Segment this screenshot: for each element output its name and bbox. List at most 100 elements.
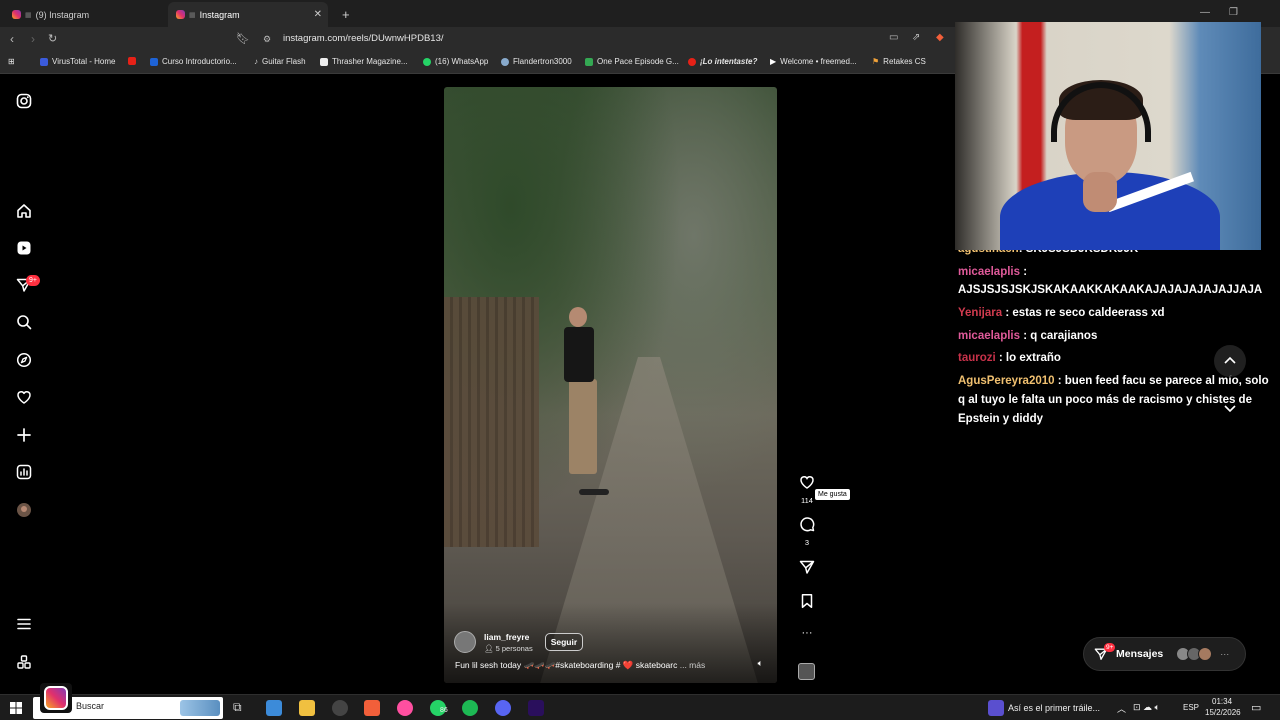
tab-label: (9) Instagram (35, 9, 90, 20)
minimize-icon[interactable]: — (1200, 7, 1210, 18)
thrasher-icon (320, 57, 328, 66)
dashboard-icon[interactable] (16, 464, 32, 480)
comment-button[interactable]: 3 (797, 516, 817, 547)
webcam-overlay (955, 22, 1261, 250)
bookmark-whatsapp[interactable]: (16) WhatsApp (423, 57, 488, 66)
profile-avatar[interactable] (16, 502, 32, 518)
bookmark-guitar-flash[interactable]: ♪ Guitar Flash (254, 57, 306, 66)
menu-icon[interactable] (16, 616, 32, 632)
like-count: 114 (801, 496, 813, 505)
globe-icon (501, 57, 509, 66)
reload-icon[interactable]: ↻ (48, 32, 57, 45)
cam-hand (1083, 172, 1117, 212)
author-username[interactable]: liam_freyre (484, 632, 533, 642)
bookmark-thrasher[interactable]: Thrasher Magazine... (320, 57, 408, 66)
tray-chevron-icon[interactable]: ︿ (1117, 702, 1126, 715)
like-button[interactable]: 114 (797, 474, 817, 505)
store-icon[interactable] (266, 700, 282, 716)
app-icon[interactable] (397, 700, 413, 716)
screen: ▦ (9) Instagram ▦ Instagram ✕ + — ❐ ‹ › … (0, 0, 1280, 720)
whatsapp-icon (423, 57, 431, 66)
url-field[interactable]: instagram.com/reels/DUwnwHPDB13/ (283, 33, 444, 44)
instagram-taskbar-icon[interactable] (40, 683, 72, 713)
apps-icon[interactable] (16, 654, 32, 670)
share-icon[interactable]: ⇗ (912, 32, 920, 43)
reel-video[interactable]: liam_freyre 👤︎ 5 personas Seguir Fun lil… (444, 87, 777, 683)
heart-icon[interactable] (16, 389, 32, 405)
bookmark-label: Thrasher Magazine... (332, 57, 408, 66)
volume-icon[interactable]: 🔈︎ (758, 658, 763, 669)
explore-icon[interactable] (16, 352, 32, 368)
chat-username: taurozi (958, 352, 996, 364)
chat-username: micaelaplis (958, 330, 1021, 342)
obs-icon[interactable] (332, 700, 348, 716)
bookmark-label: VirusTotal - Home (52, 57, 116, 66)
site-info-icon[interactable]: ⚙ (263, 34, 271, 45)
bookmark-label: One Pace Episode G... (597, 57, 679, 66)
messages-label: Mensajes (1116, 648, 1164, 660)
bookmark-youtube[interactable] (128, 57, 136, 65)
messages-button[interactable]: 9+ Mensajes ··· (1083, 637, 1246, 671)
udemy-icon (150, 57, 158, 66)
news-text[interactable]: Así es el primer tráile... (1008, 703, 1100, 713)
save-button[interactable] (797, 593, 817, 614)
clock-time[interactable]: 01:34 (1212, 697, 1232, 706)
video-skateboard (579, 489, 609, 495)
close-tab-icon[interactable]: ✕ (314, 9, 322, 20)
back-icon[interactable]: ‹ (10, 32, 14, 46)
bookmark-label: Curso Introductorio... (162, 57, 237, 66)
audio-thumbnail[interactable] (798, 663, 815, 680)
chat-text: : lo extraño (998, 352, 1061, 364)
forward-icon[interactable]: › (31, 32, 35, 46)
discord-icon[interactable] (495, 700, 511, 716)
clock-date[interactable]: 15/2/2026 (1205, 708, 1241, 717)
bookmark-icon[interactable]: 🔖︎ (236, 32, 250, 45)
bookmark-virustotal[interactable]: VirusTotal - Home (40, 57, 115, 66)
next-reel-button[interactable] (1214, 392, 1246, 424)
instagram-logo-icon[interactable] (16, 93, 32, 109)
send-icon (799, 560, 815, 574)
bookmark-label: (16) WhatsApp (435, 57, 489, 66)
tab-instagram-active[interactable]: ▦ Instagram ✕ (168, 2, 328, 27)
premiere-icon[interactable] (528, 700, 544, 716)
reels-icon[interactable] (16, 240, 32, 256)
news-icon[interactable] (988, 700, 1004, 716)
taskbar-search-text: Buscar (76, 701, 105, 711)
previous-reel-button[interactable] (1214, 345, 1246, 377)
spotify-icon[interactable] (462, 700, 478, 716)
follow-button[interactable]: Seguir (544, 633, 584, 651)
notifications-icon[interactable]: ▭ (1251, 701, 1261, 714)
search-highlight-image (180, 700, 220, 716)
apps-grid-icon[interactable]: ⊞ (8, 57, 15, 66)
file-explorer-icon[interactable] (299, 700, 315, 716)
video-skater-body (564, 327, 594, 382)
search-icon[interactable] (16, 314, 32, 330)
brave-shield-icon[interactable]: ◆ (936, 32, 944, 43)
maximize-icon[interactable]: ❐ (1229, 7, 1238, 18)
brave-icon[interactable] (364, 700, 380, 716)
tab-instagram-notifications[interactable]: ▦ (9) Instagram (4, 2, 169, 27)
bookmark-curso[interactable]: Curso Introductorio... (150, 57, 237, 66)
create-icon[interactable] (16, 427, 32, 443)
new-tab-button[interactable]: + (334, 2, 358, 27)
share-button[interactable] (797, 559, 817, 580)
bookmark-retakes[interactable]: ⚑ Retakes CS (872, 57, 926, 66)
bookmark-flandertron[interactable]: Flandertron3000 (501, 57, 572, 66)
instagram-favicon-icon (12, 10, 21, 19)
tab-grid-icon: ▦ (189, 11, 196, 19)
chat-message: micaelaplis : (958, 263, 1273, 282)
task-view-icon[interactable]: ⧉ (233, 700, 249, 716)
tray-icons[interactable]: ⊡ ☁ 🔈︎ (1133, 702, 1160, 713)
more-link[interactable]: ... más (680, 660, 706, 670)
chat-username: micaelaplis (958, 266, 1021, 278)
bookmark-one-pace[interactable]: One Pace Episode G... (585, 57, 679, 66)
author-avatar[interactable] (454, 631, 476, 653)
more-options-icon[interactable]: ··· (797, 627, 817, 639)
cast-icon[interactable]: ▭ (889, 32, 898, 43)
windows-start-icon[interactable] (8, 700, 24, 716)
people-count[interactable]: 5 personas (496, 644, 533, 653)
language-indicator[interactable]: ESP (1183, 703, 1199, 712)
home-icon[interactable] (16, 203, 32, 219)
bookmark-freemed[interactable]: ▶ Welcome • freemed... (770, 57, 857, 66)
bookmark-lo-intentaste[interactable]: ¡Lo intentaste? (688, 57, 757, 66)
